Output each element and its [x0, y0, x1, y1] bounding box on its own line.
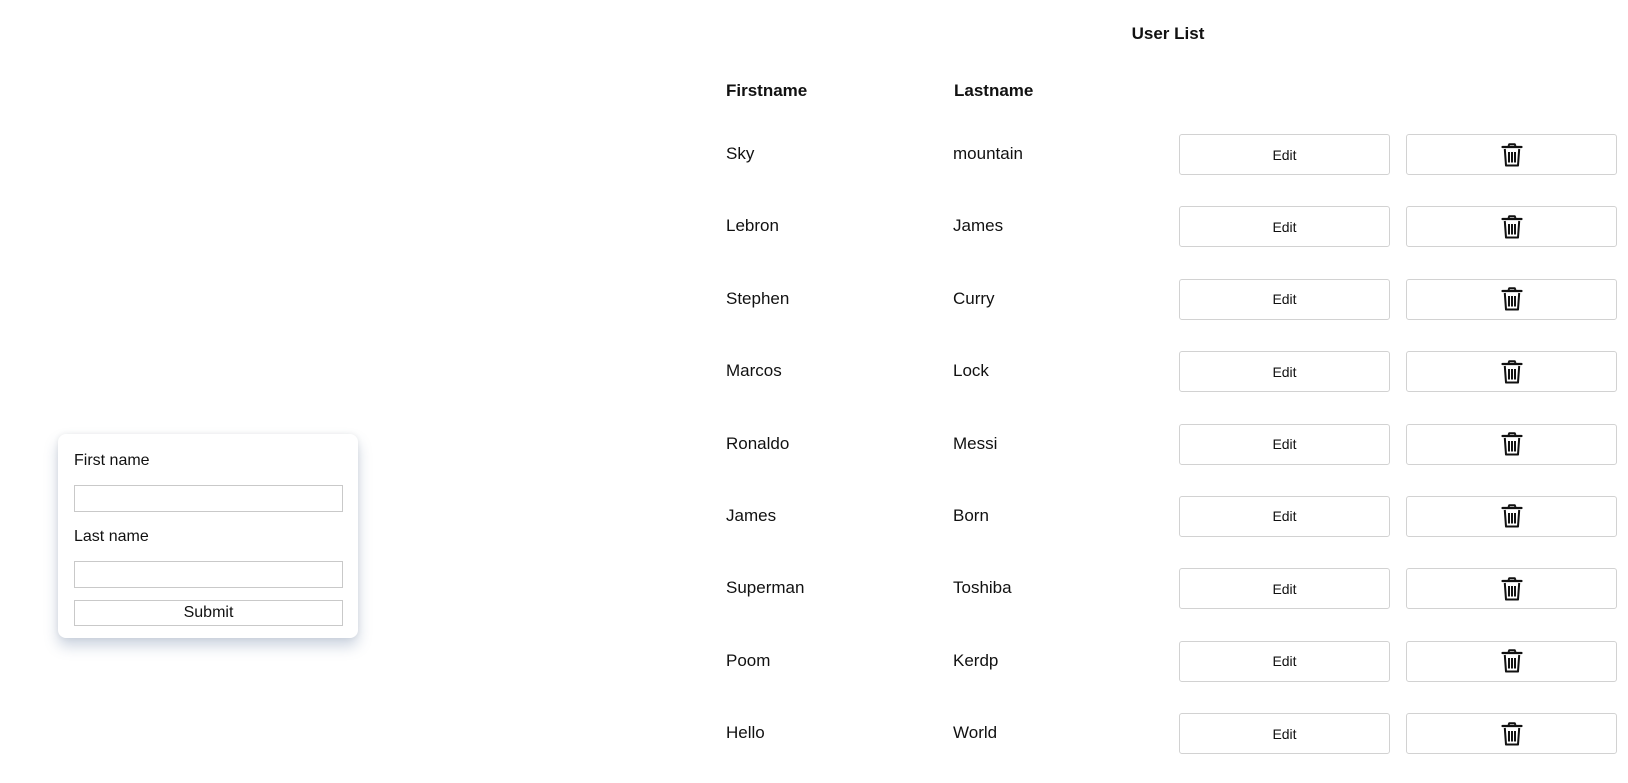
delete-button[interactable]	[1406, 495, 1617, 537]
user-lastname: James	[953, 216, 1004, 236]
delete-button[interactable]	[1406, 134, 1617, 175]
trash-icon	[1500, 287, 1523, 311]
user-lastname: Lock	[953, 361, 989, 381]
first-name-input[interactable]	[74, 485, 343, 512]
user-firstname: Marcos	[726, 361, 782, 381]
user-list-title: User List	[1131, 24, 1205, 43]
user-firstname: James	[726, 505, 777, 525]
trash-icon	[1500, 504, 1523, 528]
user-table-body: Sky mountain Edit Lebron James Edit Step…	[726, 134, 1618, 783]
column-header-lastname: Lastname	[954, 81, 1034, 100]
user-lastname: Curry	[953, 288, 995, 308]
user-row: James Born Edit	[726, 495, 1618, 568]
first-name-label: First name	[74, 452, 150, 469]
edit-button[interactable]: Edit	[1179, 495, 1390, 537]
edit-button[interactable]: Edit	[1179, 351, 1390, 393]
user-firstname: Sky	[726, 144, 755, 163]
delete-button[interactable]	[1406, 713, 1617, 755]
user-row: Ronaldo Messi Edit	[726, 423, 1618, 496]
user-row: Poom Kerdp Edit	[726, 640, 1618, 713]
edit-button[interactable]: Edit	[1179, 423, 1390, 465]
user-lastname: Kerdp	[953, 650, 999, 670]
last-name-label: Last name	[74, 528, 149, 545]
delete-button[interactable]	[1406, 423, 1617, 465]
delete-button[interactable]	[1406, 568, 1617, 610]
trash-icon	[1500, 359, 1523, 384]
edit-button[interactable]: Edit	[1179, 134, 1390, 175]
user-row: Hello World Edit	[726, 713, 1618, 783]
trash-icon	[1500, 142, 1523, 166]
user-row: Stephen Curry Edit	[726, 278, 1618, 351]
edit-button[interactable]: Edit	[1179, 206, 1390, 248]
edit-button[interactable]: Edit	[1179, 640, 1390, 682]
user-lastname: Born	[953, 505, 989, 525]
edit-button[interactable]: Edit	[1179, 278, 1390, 320]
trash-icon	[1500, 577, 1523, 601]
last-name-input[interactable]	[74, 561, 343, 588]
page: First name Last name Submit User List Fi…	[0, 0, 1628, 783]
user-firstname: Lebron	[726, 216, 779, 236]
user-firstname: Superman	[726, 578, 805, 598]
delete-button[interactable]	[1406, 278, 1617, 320]
add-user-form: First name Last name Submit	[58, 434, 358, 638]
user-lastname: Messi	[953, 433, 998, 453]
delete-button[interactable]	[1406, 351, 1617, 393]
trash-icon	[1500, 649, 1523, 673]
user-row: Sky mountain Edit	[726, 134, 1618, 206]
user-row: Marcos Lock Edit	[726, 351, 1618, 423]
user-lastname: World	[953, 723, 998, 743]
user-row: Lebron James Edit	[726, 206, 1618, 278]
trash-icon	[1500, 215, 1523, 239]
user-row: Superman Toshiba Edit	[726, 568, 1618, 640]
delete-button[interactable]	[1406, 206, 1617, 248]
user-lastname: Toshiba	[953, 578, 1012, 598]
user-firstname: Stephen	[726, 288, 790, 308]
user-firstname: Poom	[726, 650, 771, 670]
submit-button[interactable]: Submit	[74, 600, 343, 626]
user-lastname: mountain	[953, 144, 1023, 163]
trash-icon	[1500, 432, 1523, 456]
trash-icon	[1500, 721, 1523, 746]
edit-button[interactable]: Edit	[1179, 568, 1390, 610]
delete-button[interactable]	[1406, 640, 1617, 682]
column-header-firstname: Firstname	[726, 81, 808, 100]
user-firstname: Ronaldo	[726, 433, 790, 453]
user-firstname: Hello	[726, 723, 765, 743]
edit-button[interactable]: Edit	[1179, 713, 1390, 755]
